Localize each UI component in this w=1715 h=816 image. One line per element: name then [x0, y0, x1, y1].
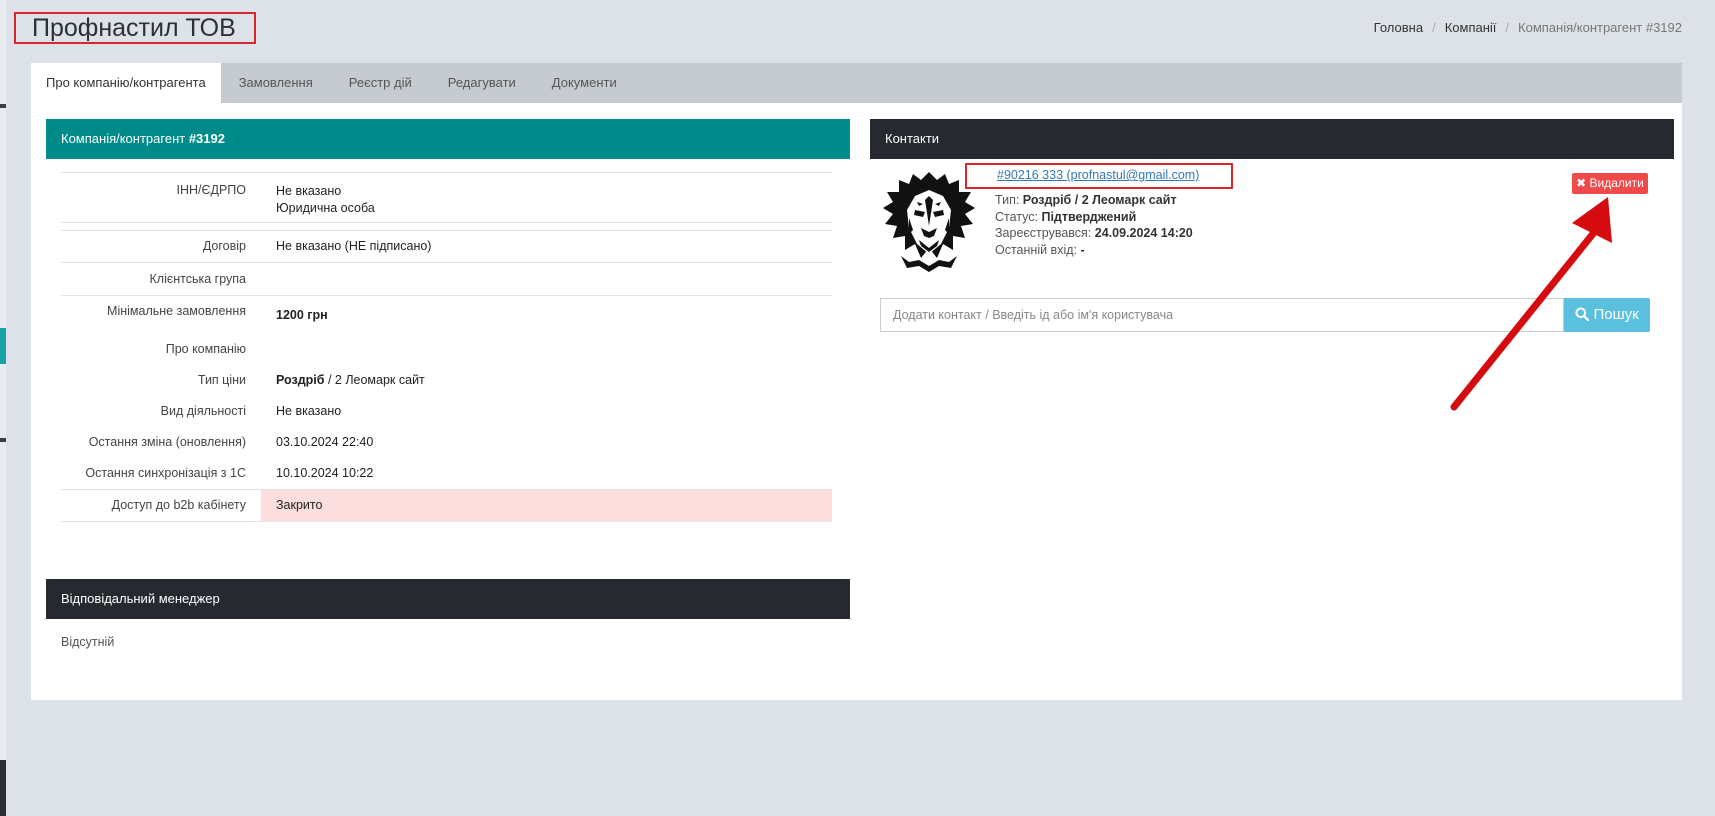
row-label-min-order: Мінімальне замовлення — [61, 295, 261, 334]
row-label-empty — [61, 222, 261, 231]
page-title: Профнастил ТОВ — [14, 12, 256, 44]
table-row: Вид діяльності Не вказано — [61, 396, 832, 427]
breadcrumb: Головна / Компанії / Компанія/контрагент #31… — [1374, 20, 1682, 35]
contacts-box-header: Контакти — [870, 119, 1674, 159]
table-row: Мінімальне замовлення 1200 грн — [61, 295, 832, 334]
edge-marker-active — [0, 328, 6, 364]
edge-marker — [0, 104, 6, 108]
tab-about-company[interactable]: Про компанію/контрагента — [31, 63, 221, 103]
breadcrumb-home[interactable]: Головна — [1374, 20, 1423, 35]
delete-button-label: Видалити — [1589, 176, 1644, 190]
left-edge-strip — [0, 0, 6, 816]
table-row: Остання синхронізація з 1С 10.10.2024 10… — [61, 458, 832, 490]
row-label-price-type: Тип ціни — [197, 372, 246, 387]
contact-last-login-label: Останній вхід: — [995, 242, 1081, 257]
tab-action-log[interactable]: Реєстр дій — [331, 63, 430, 103]
contact-status-label: Статус: — [995, 209, 1042, 224]
contact-status: Статус: Підтверджений — [995, 209, 1193, 226]
contact-type-label: Тип: — [995, 193, 1023, 207]
contract-value: Не вказано (НЕ підписано) — [261, 230, 832, 263]
tab-orders[interactable]: Замовлення — [221, 63, 331, 103]
price-type-bold: Роздріб — [276, 372, 325, 387]
contact-last-login: Останній вхід: - — [995, 242, 1193, 259]
company-box-title: Компанія/контрагент — [61, 131, 189, 146]
contact-status-value: Підтверджений — [1041, 209, 1137, 224]
b2b-access-value: Закрито — [261, 488, 832, 522]
price-type-value: / 2 Леомарк сайт — [324, 372, 425, 387]
edge-marker — [0, 438, 6, 442]
row-label-client-group: Клієнтська група — [61, 262, 261, 296]
row-label-last-sync: Остання синхронізація з 1С — [85, 465, 246, 480]
table-row: Про компанію — [61, 334, 832, 365]
row-value-empty — [261, 222, 832, 231]
company-box-header: Компанія/контрагент #3192 — [46, 119, 850, 159]
contact-registered-label: Зареєструвався: — [995, 226, 1095, 240]
table-row — [61, 222, 832, 231]
tab-documents[interactable]: Документи — [534, 63, 635, 103]
contact-registered-value: 24.09.2024 14:20 — [1094, 226, 1193, 240]
breadcrumb-companies[interactable]: Компанії — [1445, 20, 1497, 35]
contact-last-login-value: - — [1080, 242, 1085, 257]
contact-link[interactable]: #90216 333 (profnastul@gmail.com) — [997, 168, 1199, 182]
table-row: Доступ до b2b кабінету Закрито — [61, 488, 832, 522]
table-row: ІНН/ЄДРПО Не вказано Юридична особа — [61, 172, 832, 223]
row-label-about: Про компанію — [165, 341, 246, 356]
breadcrumb-separator: / — [1432, 20, 1436, 35]
contact-type: Тип: Роздріб / 2 Леомарк сайт — [995, 192, 1193, 209]
company-info-table: ІНН/ЄДРПО Не вказано Юридична особа Дого… — [61, 172, 832, 522]
company-id: #3192 — [188, 131, 225, 146]
contact-link-box: #90216 333 (profnastul@gmail.com) — [965, 163, 1233, 189]
lion-avatar-icon — [883, 172, 975, 272]
annotation-arrow-icon — [1450, 197, 1612, 411]
client-group-value — [261, 262, 832, 296]
row-label-contract: Договір — [61, 230, 261, 263]
last-change-value: 03.10.2024 22:40 — [276, 434, 374, 449]
close-icon: ✖ — [1576, 176, 1587, 190]
row-label-tax-id: ІНН/ЄДРПО — [61, 172, 261, 223]
manager-box-header: Відповідальний менеджер — [46, 579, 850, 619]
edge-marker — [0, 760, 6, 816]
row-label-b2b-access: Доступ до b2b кабінету — [61, 488, 261, 522]
last-sync-value: 10.10.2024 10:22 — [276, 465, 374, 480]
table-row: Клієнтська група — [61, 262, 832, 296]
tab-bar: Про компанію/контрагента Замовлення Реєс… — [31, 63, 1682, 103]
about-value — [261, 334, 832, 365]
contact-type-value: Роздріб / 2 Леомарк сайт — [1022, 193, 1177, 207]
row-label-activity: Вид діяльності — [160, 403, 246, 418]
breadcrumb-separator: / — [1505, 20, 1510, 35]
table-row: Остання зміна (оновлення) 03.10.2024 22:… — [61, 427, 832, 458]
row-label-last-change: Остання зміна (оновлення) — [88, 434, 246, 449]
breadcrumb-current: Компанія/контрагент #3192 — [1518, 20, 1682, 35]
activity-value: Не вказано — [276, 403, 342, 418]
contact-details: Тип: Роздріб / 2 Леомарк сайт Статус: Пі… — [995, 192, 1193, 258]
tax-id-value: Не вказано — [276, 184, 342, 198]
table-row: Договір Не вказано (НЕ підписано) — [61, 230, 832, 263]
manager-empty-text: Відсутній — [61, 635, 115, 649]
table-row: Тип ціни Роздріб / 2 Леомарк сайт — [61, 365, 832, 396]
tab-edit[interactable]: Редагувати — [430, 63, 534, 103]
delete-contact-button[interactable]: ✖ Видалити — [1572, 173, 1648, 194]
min-order-value: 1200 грн — [261, 295, 832, 334]
legal-entity-value: Юридична особа — [276, 201, 375, 215]
contact-registered: Зареєструвався: 24.09.2024 14:20 — [995, 225, 1193, 242]
